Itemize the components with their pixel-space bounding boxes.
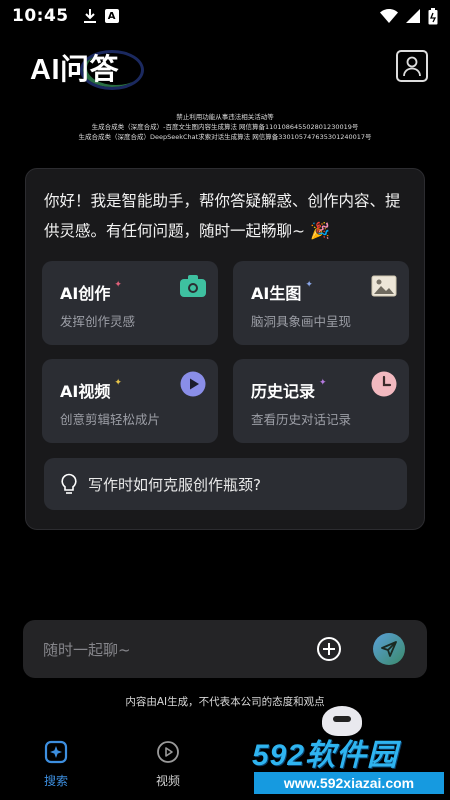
assistant-card: 你好！我是智能助手，帮你答疑解惑、创作内容、提供灵感。有任何问题，随时一起畅聊~… [25,168,425,530]
a-badge-icon: A [104,9,119,23]
prompt-text: 写作时如何克服创作瓶颈? [88,475,261,494]
play-icon [180,371,206,397]
search-sparkle-icon [42,738,70,766]
ai-disclaimer: 内容由AI生成，不代表本公司的态度和观点 [125,696,325,708]
feature-ai-create[interactable]: AI创作 ✦ 发挥创作灵感 [42,261,218,345]
site-watermark: 592软件园 www.592xiazai.com [246,728,450,800]
feature-title: AI创作 [60,284,111,303]
feature-title: AI视频 [60,382,111,401]
battery-icon [428,7,438,24]
nav-label: 搜索 [43,774,68,788]
sparkle-icon: ✦ [305,280,313,290]
lightbulb-icon [61,473,77,494]
status-bar: 10:45 A [0,0,450,32]
nav-item-search[interactable]: 搜索 [26,738,86,789]
nav-item-video[interactable]: 视频 [138,738,198,789]
nav-label: 视频 [155,774,180,788]
suggested-prompt[interactable]: 写作时如何克服创作瓶颈? [44,458,407,510]
feature-subtitle: 发挥创作灵感 [60,314,136,329]
send-icon [381,641,397,657]
user-icon [403,56,421,77]
header: AI问答 [0,36,450,108]
camera-icon [180,273,206,299]
add-attachment-button[interactable] [317,637,341,661]
send-button[interactable] [373,633,405,665]
video-play-icon [154,738,182,766]
notice-line: 生成合成类（深度合成）-百度文生图内容生成算法 网信算备110108645502… [91,123,359,131]
chat-input-placeholder[interactable]: 随时一起聊~ [43,639,131,660]
feature-history[interactable]: 历史记录 ✦ 查看历史对话记录 [233,359,409,443]
greeting-text: 你好！我是智能助手，帮你答疑解惑、创作内容、提供灵感。有任何问题，随时一起畅聊~… [44,187,414,246]
chat-input-bar[interactable]: 随时一起聊~ [23,620,427,678]
feature-subtitle: 查看历史对话记录 [251,412,352,427]
signal-icon [406,9,420,23]
download-icon [83,9,96,23]
watermark-brand: 592软件园 [252,739,399,772]
feature-subtitle: 脑洞具象画中呈现 [251,314,352,329]
clock-icon [371,371,397,397]
plus-icon [323,643,335,655]
regulatory-notice: 禁止利用功能从事违法相关活动等 生成合成类（深度合成）-百度文生图内容生成算法 … [0,112,450,142]
sparkle-icon: ✦ [114,280,122,290]
wifi-icon [380,9,398,23]
watermark-url: www.592xiazai.com [254,772,444,794]
user-profile-button[interactable] [396,50,428,82]
sparkle-icon: ✦ [114,378,122,388]
feature-title: 历史记录 [251,382,316,401]
feature-ai-video[interactable]: AI视频 ✦ 创意剪辑轻松成片 [42,359,218,443]
party-popper-icon: 🎉 [309,221,330,240]
app-title: AI问答 [30,54,120,86]
notice-line: 生成合成类（深度合成）DeepSeekChat求索对话生成算法 网信算备3301… [78,133,372,141]
greeting-message: 你好！我是智能助手，帮你答疑解惑、创作内容、提供灵感。有任何问题，随时一起畅聊~ [44,192,401,240]
feature-title: AI生图 [251,284,302,303]
feature-ai-image[interactable]: AI生图 ✦ 脑洞具象画中呈现 [233,261,409,345]
image-icon [371,273,397,299]
sparkle-icon: ✦ [319,378,327,388]
notice-line: 禁止利用功能从事违法相关活动等 [176,113,274,121]
feature-subtitle: 创意剪辑轻松成片 [60,412,161,427]
status-time: 10:45 [12,6,69,26]
